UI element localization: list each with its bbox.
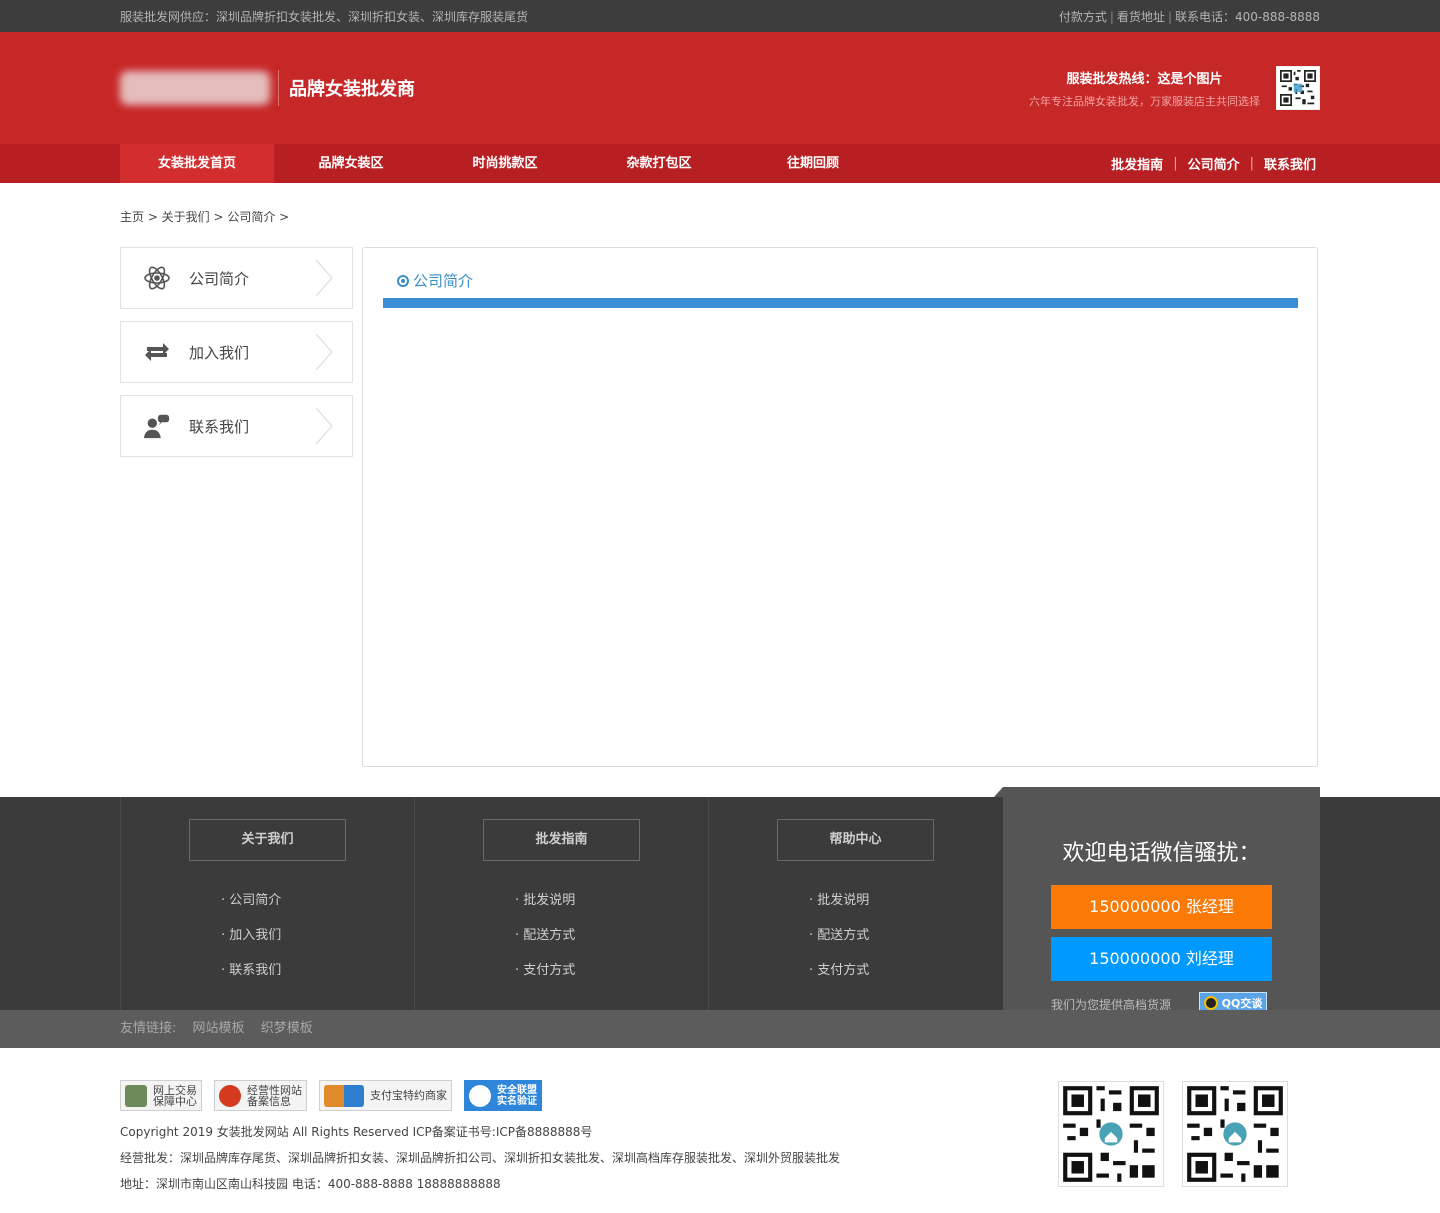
badge-line: 备案信息: [247, 1094, 291, 1108]
chevron-right-icon: [315, 333, 333, 371]
friend-links-bar: 友情链接: 网站模板 织梦模板: [0, 1010, 1440, 1048]
brand-name: 品牌女装批发商: [289, 79, 415, 100]
nav-link-about[interactable]: 公司简介: [1188, 154, 1240, 173]
breadcrumb[interactable]: 主页 > 关于我们 > 公司简介 >: [120, 208, 289, 225]
shield-icon: [125, 1084, 147, 1107]
friend-links-label: 友情链接:: [120, 1021, 177, 1036]
qq-penguin-icon: [1203, 996, 1218, 1010]
footer-column-title[interactable]: 关于我们: [189, 819, 346, 861]
footer-column-title[interactable]: 批发指南: [483, 819, 640, 861]
hotline: 服装批发热线：这是个图片 六年专注品牌女装批发，万家服装店主共同选择: [1029, 66, 1320, 110]
brand[interactable]: 品牌女装批发商: [120, 70, 415, 106]
wechat-qr-code-icon: [1182, 1081, 1288, 1187]
call-manager-zhang-button[interactable]: 150000000 张经理: [1051, 885, 1272, 929]
top-links: 付款方式 | 看货地址 | 联系电话：400-888-8888: [1058, 9, 1320, 24]
footer-link[interactable]: 批发说明: [515, 889, 575, 924]
verified-icon: [469, 1084, 491, 1107]
badge-line: 保障中心: [153, 1094, 197, 1108]
nav-item-archive[interactable]: 往期回顾: [736, 144, 890, 183]
qr-codes: [1058, 1081, 1306, 1187]
content-panel: 公司简介: [362, 247, 1318, 767]
content-title-text: 公司简介: [413, 272, 474, 290]
link-phone[interactable]: 联系电话：400-888-8888: [1175, 10, 1320, 24]
sidebar-item-about[interactable]: 公司简介: [120, 247, 353, 309]
exchange-icon: [143, 338, 171, 366]
top-bar: 服装批发网供应：深圳品牌折扣女装批发、深圳折扣女装、深圳库存服装尾货 付款方式 |…: [0, 0, 1440, 32]
title-underline: [383, 298, 1298, 308]
qr-code-icon: [1276, 66, 1320, 110]
footer-column-guide: 批发指南 批发说明 配送方式 支付方式: [414, 797, 708, 1010]
radio-dot-icon: [397, 274, 409, 287]
chevron-right-icon: [315, 407, 333, 445]
call-manager-liu-button[interactable]: 150000000 刘经理: [1051, 937, 1272, 981]
nav-link-contact[interactable]: 联系我们: [1264, 154, 1320, 173]
footer-link[interactable]: 联系我们: [221, 959, 281, 994]
qq-chat-label: QQ交谈: [1221, 997, 1263, 1010]
wechat-qr-code-icon: [1058, 1081, 1164, 1187]
puzzle-icon: [324, 1084, 364, 1107]
footer-link[interactable]: 批发说明: [809, 889, 869, 924]
nav-right-links: 批发指南 | 公司简介 | 联系我们: [1111, 144, 1320, 183]
sidebar-item-label: 联系我们: [189, 417, 250, 436]
header: 品牌女装批发商 服装批发热线：这是个图片 六年专注品牌女装批发，万家服装店主共同…: [0, 32, 1440, 144]
footer-link[interactable]: 支付方式: [809, 959, 869, 994]
contact-panel: 欢迎电话微信骚扰： 150000000 张经理 150000000 刘经理 我们…: [994, 787, 1320, 1014]
footer-link[interactable]: 配送方式: [809, 924, 869, 959]
atom-icon: [143, 264, 171, 292]
footer-link[interactable]: 配送方式: [515, 924, 575, 959]
sidebar-item-contact[interactable]: 联系我们: [120, 395, 353, 457]
panel-corner: [994, 787, 1003, 797]
footer-link[interactable]: 支付方式: [515, 959, 575, 994]
main-nav: 女装批发首页 品牌女装区 时尚挑款区 杂款打包区 往期回顾 批发指南 | 公司简…: [0, 144, 1440, 183]
top-notice: 服装批发网供应：深圳品牌折扣女装批发、深圳折扣女装、深圳库存服装尾货: [120, 9, 529, 24]
sidebar-item-label: 加入我们: [189, 343, 250, 362]
link-showroom[interactable]: 看货地址: [1117, 10, 1165, 24]
footer-column-title[interactable]: 帮助中心: [777, 819, 934, 861]
badge-line: 安全联盟: [497, 1084, 537, 1096]
contact-title: 欢迎电话微信骚扰：: [1062, 841, 1261, 866]
hotline-subtitle: 六年专注品牌女装批发，万家服装店主共同选择: [1029, 94, 1260, 108]
footer-column-about: 关于我们 公司简介 加入我们 联系我们: [120, 797, 414, 1010]
nav-item-brand[interactable]: 品牌女装区: [274, 144, 428, 183]
chevron-right-icon: [315, 259, 333, 297]
footer-column-help: 帮助中心 批发说明 配送方式 支付方式: [708, 797, 1002, 1010]
hotline-title: 服装批发热线：这是个图片: [1066, 71, 1223, 87]
badge-line: 支付宝特约商家: [370, 1089, 447, 1102]
badge-site-record[interactable]: 经营性网站 备案信息: [214, 1080, 307, 1111]
contact-person-icon: [143, 412, 171, 440]
nav-item-home[interactable]: 女装批发首页: [120, 144, 274, 183]
content-title: 公司简介: [397, 270, 473, 291]
footer-link[interactable]: 加入我们: [221, 924, 281, 959]
badge-security-verify[interactable]: 安全联盟 实名验证: [464, 1080, 542, 1111]
nav-item-bundle[interactable]: 杂款打包区: [582, 144, 736, 183]
badge-line: 实名验证: [497, 1095, 537, 1107]
sidebar-item-join[interactable]: 加入我们: [120, 321, 353, 383]
link-payment[interactable]: 付款方式: [1059, 10, 1107, 24]
logo[interactable]: [120, 71, 270, 105]
sidebar-item-label: 公司简介: [189, 269, 250, 288]
nav-item-fashion[interactable]: 时尚挑款区: [428, 144, 582, 183]
nav-link-guide[interactable]: 批发指南: [1111, 154, 1163, 173]
sidebar: 公司简介 加入我们 联系我们: [120, 247, 353, 469]
badge-trade-guarantee[interactable]: 网上交易 保障中心: [120, 1080, 202, 1111]
badge-alipay[interactable]: 支付宝特约商家: [319, 1080, 452, 1111]
police-emblem-icon: [219, 1084, 241, 1107]
footer-link[interactable]: 公司简介: [221, 889, 281, 924]
friend-link[interactable]: 织梦模板: [261, 1021, 313, 1036]
brand-divider: [278, 70, 279, 106]
friend-link[interactable]: 网站模板: [193, 1021, 245, 1036]
